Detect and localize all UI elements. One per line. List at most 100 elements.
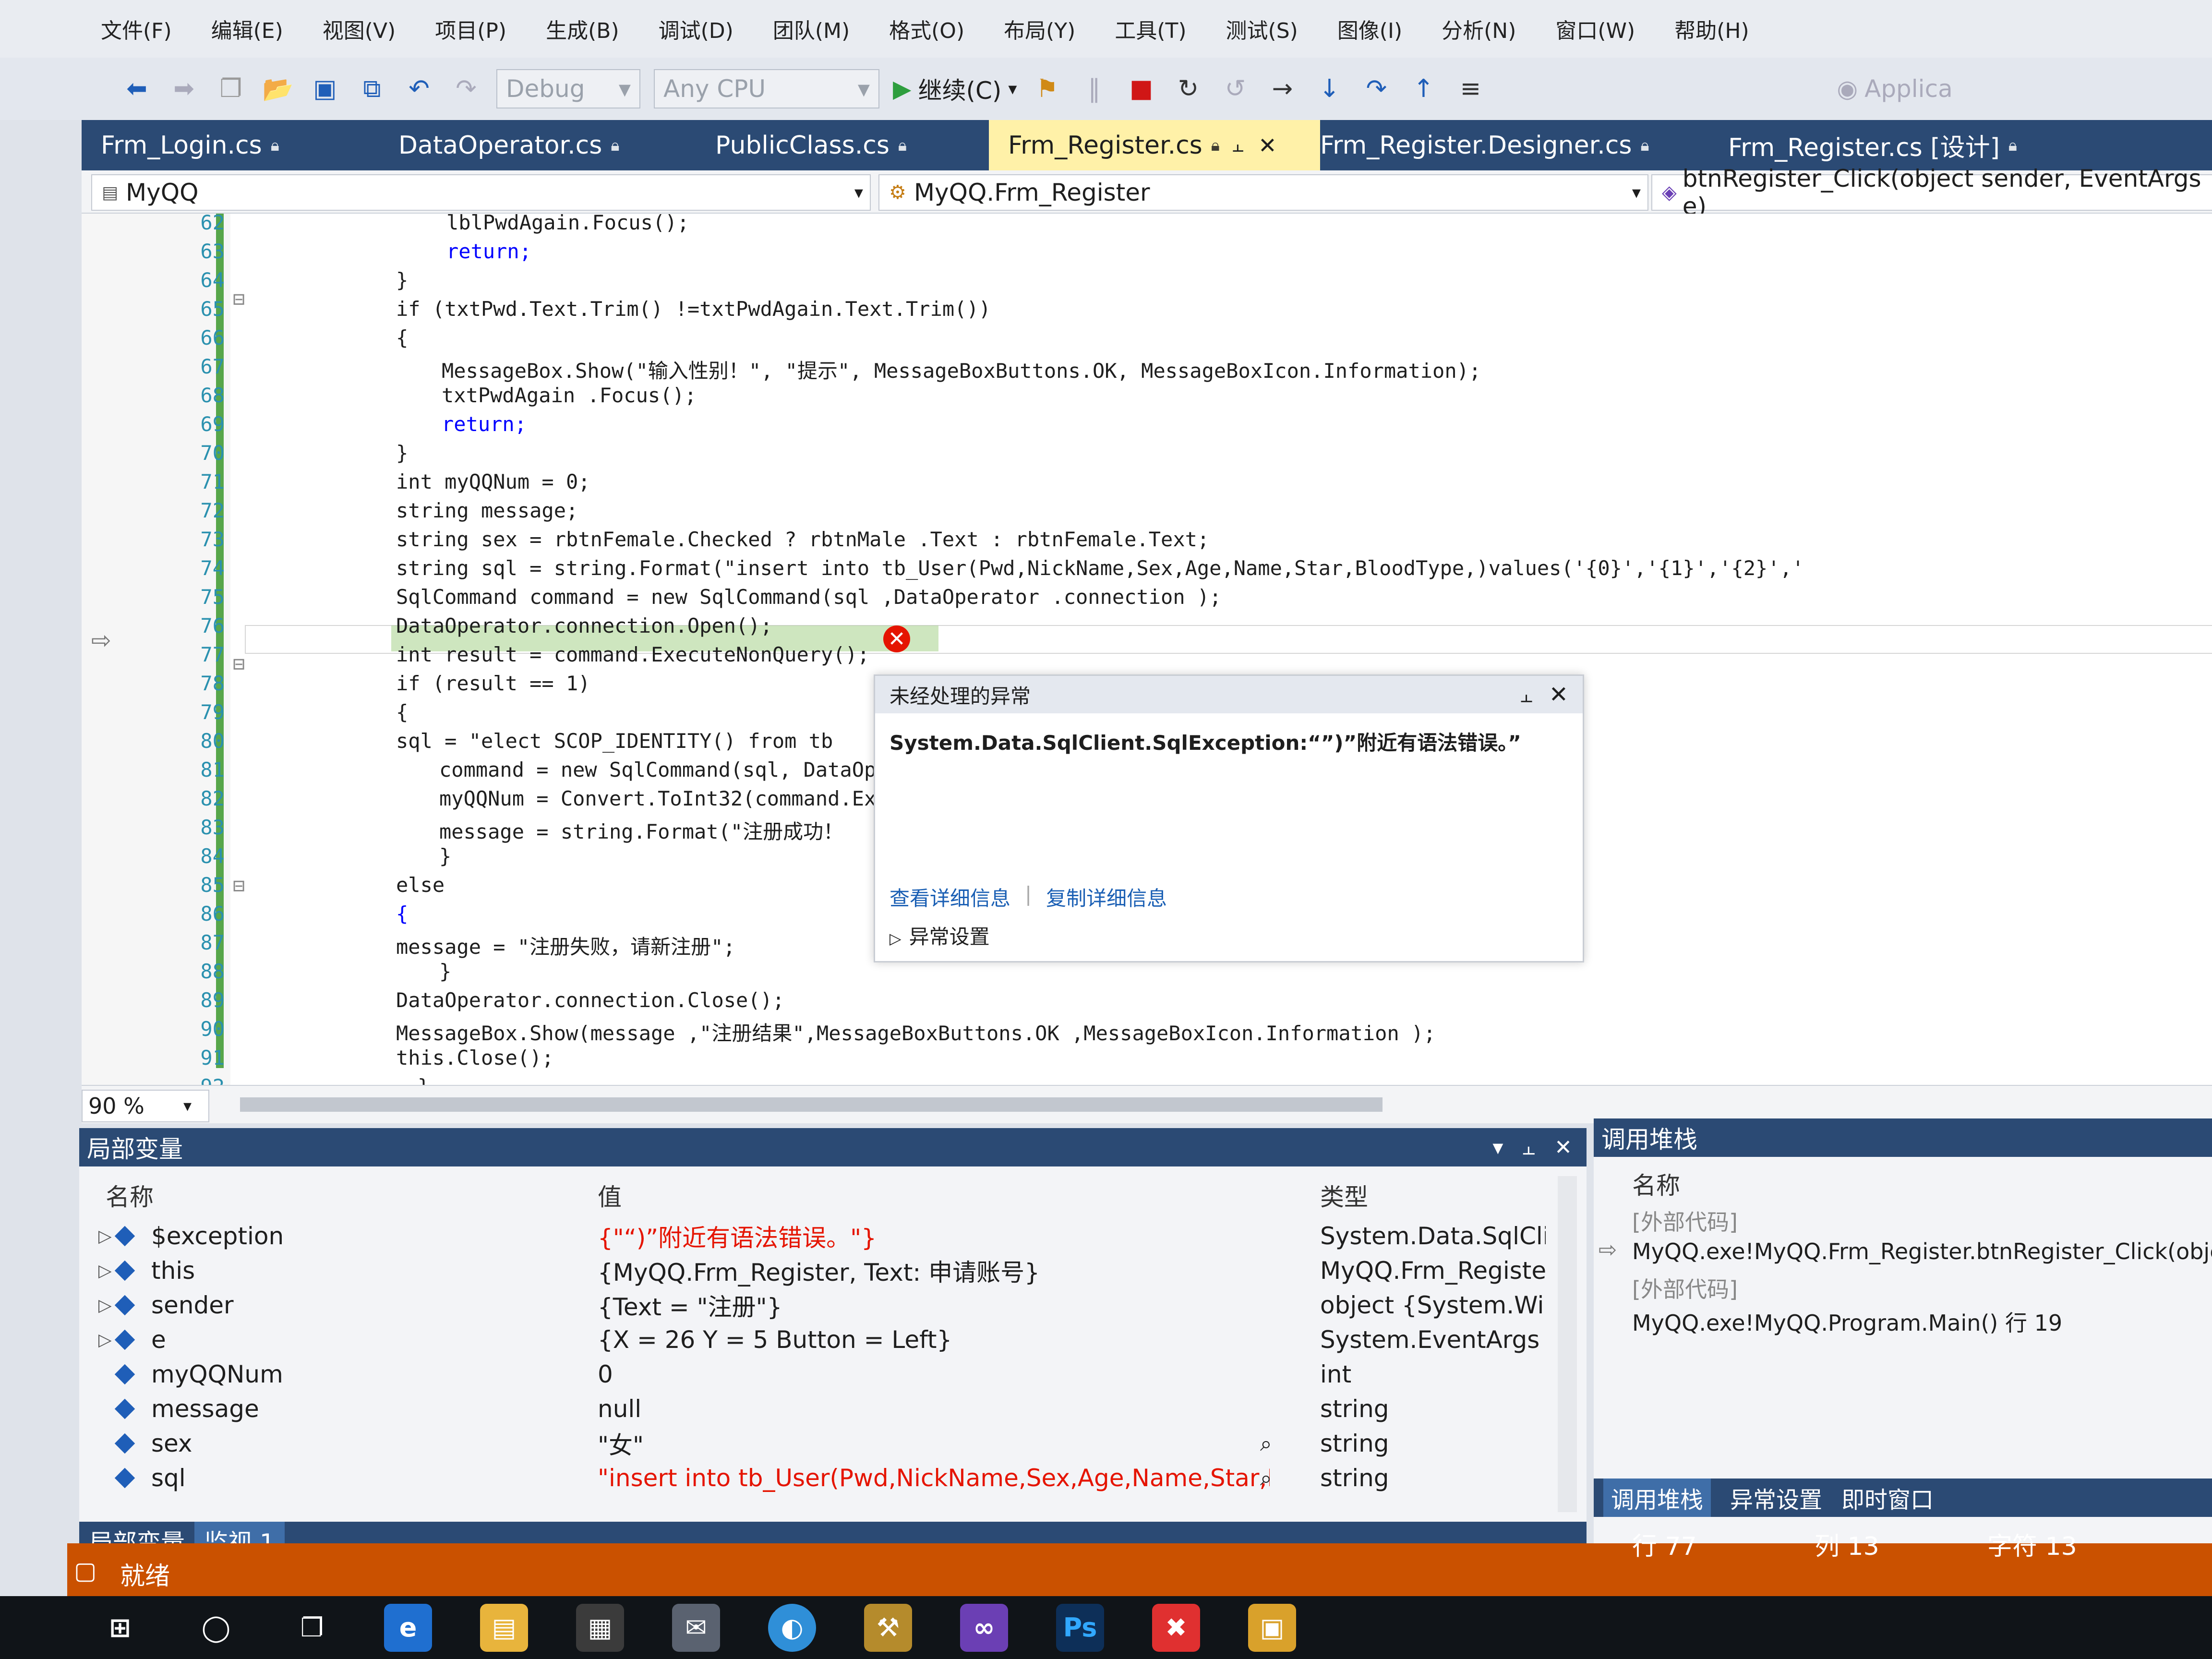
next-statement-arrow-icon[interactable]: ⇨ — [91, 626, 111, 654]
menu-layout[interactable]: 布局(Y) — [1004, 13, 1075, 44]
collapse-icon[interactable]: ⊟ — [233, 874, 245, 897]
variable-value[interactable]: {MyQQ.Frm_Register, Text: 申请账号} — [598, 1254, 1308, 1287]
magnifier-icon[interactable]: ⌕ — [1260, 1431, 1272, 1456]
menu-edit[interactable]: 编辑(E) — [211, 13, 283, 44]
restart-icon[interactable]: ↻ — [1171, 72, 1205, 106]
search-icon[interactable]: ◯ — [192, 1604, 240, 1652]
close-icon[interactable]: ✕ — [1258, 132, 1277, 158]
tab-immediate-window[interactable]: 即时窗口 — [1841, 1481, 1934, 1515]
copy-details-link[interactable]: 复制详细信息 — [1046, 882, 1167, 912]
menu-window[interactable]: 窗口(W) — [1555, 13, 1635, 44]
locals-row-name[interactable]: myQQNum — [98, 1358, 578, 1391]
undo-icon[interactable]: ↶ — [402, 72, 436, 106]
variable-value[interactable]: 0 — [598, 1358, 1308, 1391]
column-header-name[interactable]: 名称 — [1632, 1166, 1680, 1201]
pin-icon[interactable]: ⫠ — [1520, 684, 1532, 707]
save-icon[interactable]: ▣ — [308, 72, 342, 106]
visual-studio-icon[interactable]: ∞ — [960, 1603, 1008, 1652]
tools-icon[interactable]: ⚒ — [864, 1603, 912, 1652]
variable-value[interactable]: {X = 26 Y = 5 Button = Left} — [598, 1323, 1308, 1357]
locals-row-name[interactable]: ▷ this — [98, 1254, 578, 1287]
application-insights[interactable]: ◉ Applica — [1837, 75, 1952, 103]
output-icon[interactable]: ▢ — [74, 1557, 96, 1585]
menu-format[interactable]: 格式(O) — [889, 13, 964, 44]
tab-frm-register-design[interactable]: Frm_Register.cs [设计] 🔒︎ — [1709, 120, 2064, 170]
horizontal-scrollbar[interactable] — [240, 1097, 1382, 1112]
close-icon[interactable]: ✕ — [1549, 681, 1568, 708]
zoom-dropdown[interactable]: 90 % ▾ — [82, 1090, 209, 1122]
locals-row-name[interactable]: ▷ e — [98, 1323, 578, 1357]
redo-icon[interactable]: ↷ — [449, 72, 483, 106]
folder-icon[interactable]: ▤ — [480, 1603, 528, 1652]
dropdown-icon[interactable]: ▾ — [1492, 1135, 1503, 1160]
call-stack-frame[interactable]: MyQQ.exe!MyQQ.Program.Main() 行 19 — [1632, 1306, 2062, 1337]
windows-icon[interactable]: ⊞ — [96, 1604, 144, 1652]
browser-icon[interactable]: ◐ — [768, 1603, 816, 1652]
step-into-icon[interactable]: ↓ — [1312, 72, 1346, 106]
menu-help[interactable]: 帮助(H) — [1674, 13, 1749, 44]
tab-exception-settings[interactable]: 异常设置 — [1730, 1481, 1822, 1515]
variable-value[interactable]: "女" — [598, 1427, 1270, 1460]
menu-view[interactable]: 视图(V) — [323, 13, 396, 44]
forward-icon[interactable]: ➡ — [167, 72, 201, 106]
locals-row-name[interactable]: sex — [98, 1427, 578, 1460]
back-icon[interactable]: ⬅ — [120, 72, 154, 106]
locals-row-name[interactable]: message — [98, 1392, 578, 1426]
menu-project[interactable]: 项目(P) — [435, 13, 506, 44]
class-dropdown[interactable]: ⚙ MyQQ.Frm_Register ▾ — [878, 174, 1648, 211]
tab-call-stack[interactable]: 调用堆栈 — [1603, 1479, 1711, 1517]
locals-row-name[interactable]: ▷ sender — [98, 1288, 578, 1322]
continue-button[interactable]: ▶ 继续(C) ▾ — [893, 72, 1017, 106]
column-header-type[interactable]: 类型 — [1320, 1176, 1368, 1214]
menu-tools[interactable]: 工具(T) — [1115, 13, 1186, 44]
platform-dropdown[interactable]: Any CPU ▾ — [654, 69, 879, 108]
pin-icon[interactable]: ⫠ — [1522, 1135, 1535, 1160]
app-icon[interactable]: ▣ — [1248, 1603, 1296, 1652]
mail-icon[interactable]: ✉ — [672, 1603, 720, 1652]
view-details-link[interactable]: 查看详细信息 — [890, 882, 1010, 912]
column-header-value[interactable]: 值 — [598, 1176, 622, 1214]
hex-display-icon[interactable]: ≡ — [1454, 72, 1487, 106]
tab-public-class[interactable]: PublicClass.cs 🔒︎ — [696, 120, 1008, 170]
pin-icon[interactable]: ⫠ — [1232, 134, 1244, 156]
new-project-icon[interactable]: ❐ — [214, 72, 248, 106]
tab-frm-register[interactable]: Frm_Register.cs 🔒︎ ⫠ ✕ — [989, 120, 1320, 170]
photoshop-icon[interactable]: Ps — [1056, 1603, 1104, 1652]
flag-icon[interactable]: ⚑ — [1030, 72, 1064, 106]
collapse-icon[interactable]: ⊟ — [233, 652, 245, 675]
step-over-icon[interactable]: ↷ — [1359, 72, 1393, 106]
xmind-icon[interactable]: ✖ — [1152, 1603, 1200, 1652]
show-next-statement-icon[interactable]: ↺ — [1218, 72, 1252, 106]
pause-icon[interactable]: ‖ — [1077, 72, 1111, 106]
tab-frm-login[interactable]: Frm_Login.cs 🔒︎ — [82, 120, 370, 170]
project-dropdown[interactable]: ▤ MyQQ ▾ — [91, 174, 871, 211]
exception-settings-toggle[interactable]: ▷ 异常设置 — [890, 921, 990, 950]
menu-analyze[interactable]: 分析(N) — [1442, 13, 1516, 44]
close-icon[interactable]: ✕ — [1554, 1135, 1572, 1160]
vertical-scrollbar[interactable] — [1558, 1176, 1577, 1512]
collapse-icon[interactable]: ⊟ — [233, 287, 245, 311]
tab-frm-register-designer[interactable]: Frm_Register.Designer.cs 🔒︎ — [1301, 120, 1719, 170]
locals-row-name[interactable]: ▷ $exception — [98, 1219, 578, 1253]
column-header-name[interactable]: 名称 — [106, 1176, 154, 1214]
solution-config-dropdown[interactable]: Debug ▾ — [496, 69, 640, 108]
call-stack-frame[interactable]: [外部代码] — [1632, 1205, 1738, 1237]
menu-debug[interactable]: 调试(D) — [659, 13, 733, 44]
task-view-icon[interactable]: ❐ — [288, 1604, 336, 1652]
magnifier-icon[interactable]: ⌕ — [1260, 1466, 1272, 1491]
variable-value[interactable]: {Text = "注册"} — [598, 1288, 1308, 1322]
call-stack-frame[interactable]: [外部代码] — [1632, 1272, 1738, 1304]
step-out-icon[interactable]: ↑ — [1407, 72, 1440, 106]
menu-build[interactable]: 生成(B) — [546, 13, 619, 44]
step-over-arrow-icon[interactable]: → — [1265, 72, 1299, 106]
variable-value[interactable]: null — [598, 1392, 1308, 1426]
menu-test[interactable]: 测试(S) — [1226, 13, 1298, 44]
stop-icon[interactable]: ■ — [1124, 72, 1158, 106]
edge-icon[interactable]: e — [384, 1603, 432, 1652]
save-all-icon[interactable]: ⧉ — [355, 72, 389, 106]
variable-value[interactable]: "insert into tb_User(Pwd,NickName,Sex,Ag… — [598, 1461, 1270, 1495]
call-stack-frame[interactable]: MyQQ.exe!MyQQ.Frm_Register.btnRegister_C… — [1632, 1238, 2212, 1264]
variable-value[interactable]: {"“)”附近有语法错误。"} — [598, 1219, 1308, 1253]
menu-image[interactable]: 图像(I) — [1337, 13, 1402, 44]
locals-row-name[interactable]: sql — [98, 1461, 578, 1495]
